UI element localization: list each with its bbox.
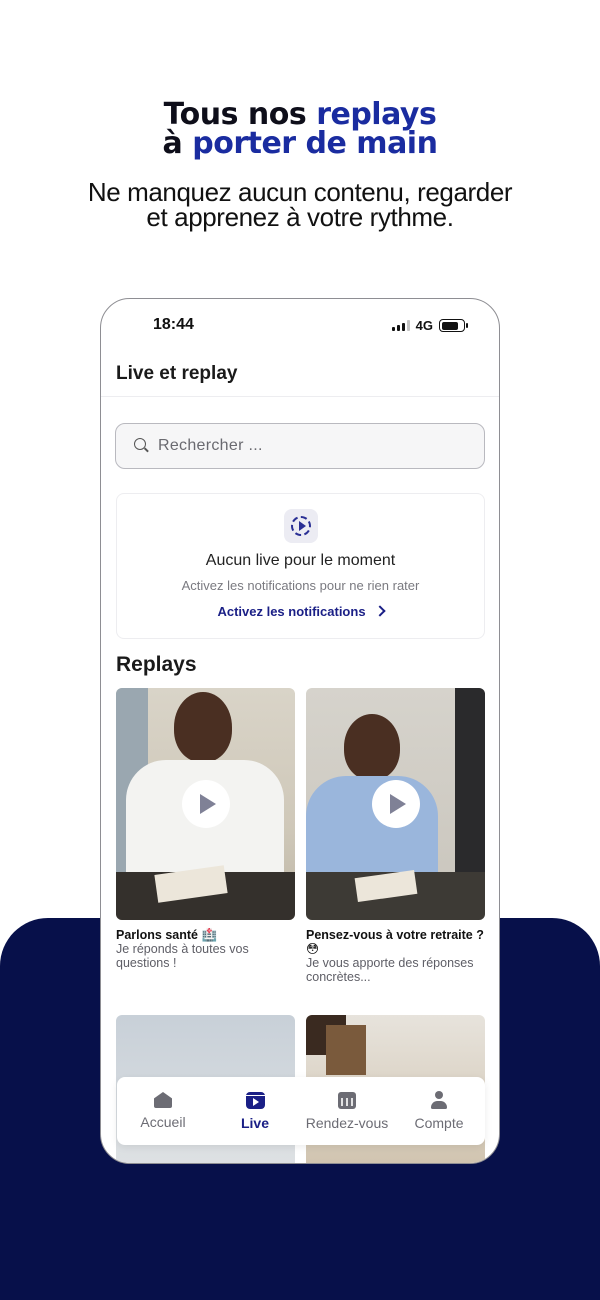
play-button[interactable] bbox=[371, 780, 420, 828]
user-icon bbox=[431, 1091, 447, 1109]
tab-label: Rendez-vous bbox=[305, 1114, 389, 1131]
video-title: Parlons santé 🏥 bbox=[116, 928, 218, 942]
enable-notifications-link[interactable]: Activez les notifications bbox=[117, 604, 484, 619]
home-icon bbox=[154, 1092, 172, 1108]
video-card[interactable]: Parlons santé 🏥 Je réponds à toutes vos … bbox=[116, 688, 295, 970]
tab-label: Live bbox=[240, 1114, 269, 1131]
app-header: Live et replay bbox=[101, 349, 499, 397]
network-label: 4G bbox=[415, 318, 433, 333]
status-bar: 18:44 4G bbox=[101, 299, 499, 349]
search-icon bbox=[134, 438, 150, 454]
tab-label: Accueil bbox=[140, 1114, 186, 1130]
hero-title-text: à bbox=[162, 126, 193, 161]
live-icon bbox=[245, 1091, 265, 1109]
hero-subtitle-line: et apprenez à votre rythme. bbox=[146, 202, 454, 232]
status-time: 18:44 bbox=[153, 316, 194, 333]
tab-rendez-vous[interactable]: Rendez-vous bbox=[301, 1077, 393, 1145]
tab-label: Compte bbox=[414, 1115, 464, 1131]
video-thumbnail[interactable] bbox=[306, 688, 485, 920]
tab-compte[interactable]: Compte bbox=[393, 1077, 485, 1145]
live-play-icon bbox=[284, 509, 318, 543]
tab-bar: Accueil Live Rendez-vous Compte bbox=[117, 1077, 485, 1145]
phone-mockup: 18:44 4G Live et replay Aucun live pour … bbox=[100, 298, 500, 1164]
no-live-subtitle: Activez les notifications pour ne rien r… bbox=[181, 578, 420, 593]
search-input[interactable] bbox=[158, 437, 458, 455]
tab-live[interactable]: Live bbox=[209, 1077, 301, 1145]
no-live-card: Aucun live pour le moment Activez les no… bbox=[116, 493, 485, 639]
search-bar[interactable] bbox=[115, 423, 485, 469]
video-description: Je vous apporte des réponses concrètes..… bbox=[306, 956, 474, 984]
hero: Tous nos replays à porter de main Ne man… bbox=[0, 100, 600, 232]
video-title: Pensez-vous à votre retraite ? 😳 bbox=[306, 928, 484, 956]
no-live-title: Aucun live pour le moment bbox=[205, 552, 396, 569]
hero-subtitle: Ne manquez aucun contenu, regarder et ap… bbox=[0, 179, 600, 232]
hero-title: Tous nos replays à porter de main bbox=[0, 100, 600, 161]
signal-icon bbox=[391, 320, 410, 331]
tab-accueil[interactable]: Accueil bbox=[117, 1077, 209, 1145]
calendar-icon bbox=[338, 1091, 356, 1109]
replays-heading: Replays bbox=[116, 653, 197, 676]
video-card[interactable]: Pensez-vous à votre retraite ? 😳 Je vous… bbox=[306, 688, 485, 984]
video-thumbnail[interactable] bbox=[116, 688, 295, 920]
enable-notifications-label: Activez les notifications bbox=[217, 604, 366, 619]
status-indicators: 4G bbox=[391, 318, 468, 333]
play-button[interactable] bbox=[181, 780, 230, 828]
page-title: Live et replay bbox=[116, 363, 238, 384]
hero-title-accent: porter de main bbox=[192, 126, 438, 161]
video-description: Je réponds à toutes vos questions ! bbox=[116, 942, 249, 970]
chevron-right-icon bbox=[373, 605, 386, 617]
battery-icon bbox=[439, 319, 468, 332]
